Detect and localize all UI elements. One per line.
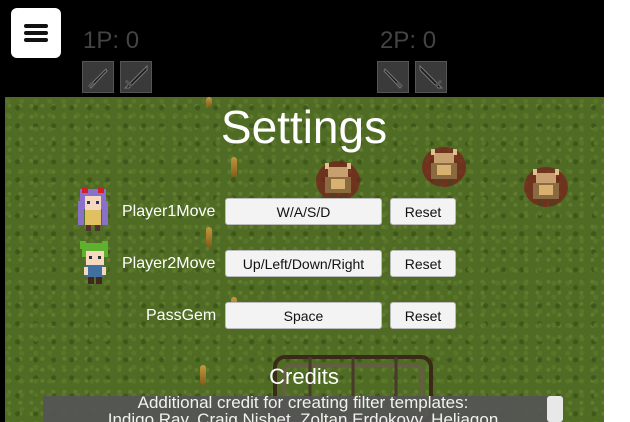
purple-haired-girl-sprite: [78, 187, 108, 231]
player1-move-label: Player1Move: [122, 203, 216, 220]
player2-score: 2P: 0: [380, 27, 437, 54]
p1-weapon-slot-1: [82, 61, 114, 93]
player2-move-label: Player2Move: [122, 255, 216, 272]
hud-bar: 1P: 0 2P: 0: [0, 0, 604, 97]
menu-button[interactable]: [11, 8, 61, 58]
dagger-icon: [383, 68, 403, 89]
p2-weapon-slot-2: [415, 61, 447, 93]
credits-scrollbar[interactable]: [547, 396, 563, 422]
player2-move-key-button[interactable]: Up/Left/Down/Right: [225, 250, 382, 277]
p1-weapon-slot-2: [120, 61, 152, 93]
arrow-projectile: [206, 227, 212, 247]
credits-title: Credits: [269, 364, 339, 389]
pass-gem-reset-button[interactable]: Reset: [390, 302, 456, 329]
green-haired-boy-sprite: [80, 241, 108, 284]
window-edge: [604, 0, 630, 422]
player1-move-key-button[interactable]: W/A/S/D: [225, 198, 382, 225]
player1-move-reset-button[interactable]: Reset: [390, 198, 456, 225]
settings-title: Settings: [220, 101, 388, 153]
monster-sprite: [524, 167, 568, 207]
sword-icon: [419, 64, 444, 89]
arrow-projectile: [231, 157, 237, 177]
dagger-icon: [88, 68, 108, 89]
hamburger-menu-icon: [24, 24, 48, 28]
hamburger-line: [24, 38, 48, 42]
sword-icon: [123, 64, 148, 89]
pass-gem-key-button[interactable]: Space: [225, 302, 382, 329]
p2-weapon-slot-1: [377, 61, 409, 93]
monster-sprite: [316, 161, 360, 201]
player1-score: 1P: 0: [83, 27, 140, 54]
credits-line: Indigo Ray, Craig Nisbet, Zoltan Erdokov…: [107, 410, 499, 422]
credits-scroll-view[interactable]: Additional credit for creating filter te…: [43, 396, 563, 422]
player2-move-reset-button[interactable]: Reset: [390, 250, 456, 277]
hamburger-line: [24, 31, 48, 35]
pass-gem-label: PassGem: [146, 307, 217, 324]
